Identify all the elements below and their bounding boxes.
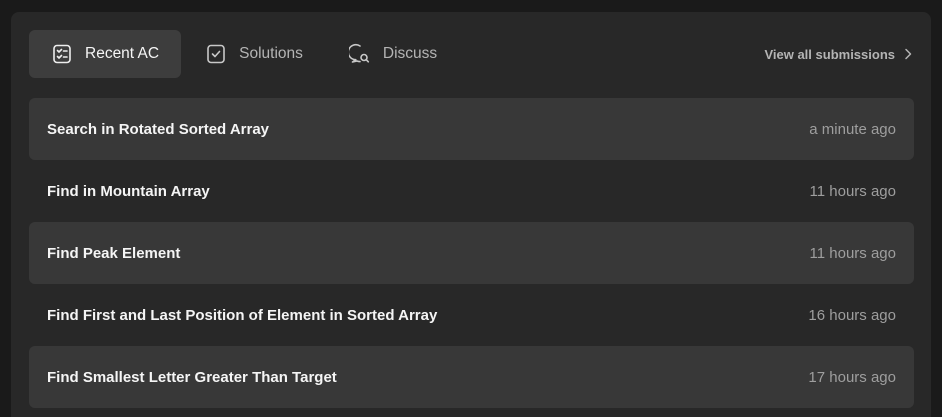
tab-recent-ac[interactable]: Recent AC (29, 30, 182, 78)
list-item[interactable]: Search in Rotated Sorted Array a minute … (29, 98, 914, 160)
submission-time: 11 hours ago (809, 182, 896, 200)
tab-label: Recent AC (85, 45, 160, 62)
problem-title: Find in Mountain Array (47, 182, 210, 200)
problem-title: Find Peak Element (47, 244, 181, 262)
submission-time: 11 hours ago (809, 244, 896, 262)
problem-title: Search in Rotated Sorted Array (47, 120, 270, 138)
tab-label: Discuss (382, 45, 438, 62)
problem-title: Find First and Last Position of Element … (47, 306, 438, 324)
list-item[interactable]: Find First and Last Position of Element … (29, 284, 914, 346)
tab-solutions[interactable]: Solutions (183, 30, 325, 78)
submission-time: a minute ago (809, 120, 896, 138)
discuss-icon (348, 43, 371, 65)
chevron-right-icon (903, 48, 913, 60)
list-item[interactable]: Find Smallest Letter Greater Than Target… (29, 346, 914, 408)
view-all-submissions-link[interactable]: View all submissions (764, 47, 913, 62)
submission-list: Search in Rotated Sorted Array a minute … (29, 98, 914, 408)
problem-title: Find Smallest Letter Greater Than Target (47, 368, 337, 386)
submission-time: 17 hours ago (808, 368, 896, 386)
list-item[interactable]: Find Peak Element 11 hours ago (29, 222, 914, 284)
submissions-panel: Recent AC Solutions Discuss View all sub… (11, 12, 931, 417)
tab-label: Solutions (239, 45, 303, 62)
tab-discuss[interactable]: Discuss (327, 30, 459, 78)
checklist-icon (51, 43, 73, 65)
list-item[interactable]: Find in Mountain Array 11 hours ago (29, 160, 914, 222)
tab-bar: Recent AC Solutions Discuss View all sub… (29, 30, 913, 78)
submission-time: 16 hours ago (808, 306, 896, 324)
checkbox-icon (205, 43, 227, 65)
view-all-label: View all submissions (764, 46, 895, 62)
